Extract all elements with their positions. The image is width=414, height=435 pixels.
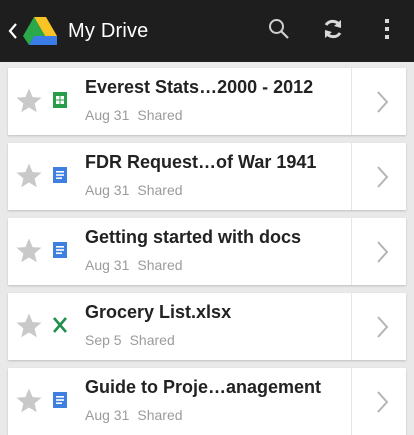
- search-icon: [267, 17, 291, 46]
- refresh-icon: [321, 17, 345, 46]
- back-arrow-icon[interactable]: [8, 23, 22, 39]
- chevron-right-icon[interactable]: [370, 163, 394, 191]
- star-icon[interactable]: [14, 386, 44, 416]
- file-date: Aug 31: [85, 107, 130, 123]
- divider: [351, 218, 352, 285]
- file-row[interactable]: FDR Request…of War 1941 Aug 31 Shared: [8, 143, 406, 210]
- file-meta: Aug 31 Shared: [85, 107, 183, 123]
- file-date: Aug 31: [85, 257, 130, 273]
- star-icon[interactable]: [14, 236, 44, 266]
- chevron-right-icon[interactable]: [370, 88, 394, 116]
- page-title: My Drive: [68, 19, 149, 42]
- spreadsheet-icon: [52, 91, 68, 109]
- divider: [351, 368, 352, 435]
- app-bar: My Drive: [0, 0, 414, 62]
- file-date: Sep 5: [85, 332, 122, 348]
- file-meta: Aug 31 Shared: [85, 182, 183, 198]
- file-name: FDR Request…of War 1941: [85, 152, 317, 172]
- document-icon: [52, 241, 68, 259]
- file-list: Everest Stats…2000 - 2012 Aug 31 Shared F…: [0, 68, 414, 435]
- divider: [351, 293, 352, 360]
- file-status: Shared: [137, 257, 183, 273]
- file-name: Guide to Proje…anagement: [85, 377, 322, 397]
- chevron-right-icon[interactable]: [370, 313, 394, 341]
- document-icon: [52, 166, 68, 184]
- file-name: Grocery List.xlsx: [85, 302, 232, 322]
- file-name: Getting started with docs: [85, 227, 302, 247]
- file-row[interactable]: Everest Stats…2000 - 2012 Aug 31 Shared: [8, 68, 406, 135]
- file-row[interactable]: Guide to Proje…anagement Aug 31 Shared: [8, 368, 406, 435]
- file-row[interactable]: Grocery List.xlsx Sep 5 Shared: [8, 293, 406, 360]
- star-icon[interactable]: [14, 161, 44, 191]
- file-name: Everest Stats…2000 - 2012: [85, 77, 314, 97]
- overflow-menu-button[interactable]: [360, 0, 414, 62]
- divider: [351, 143, 352, 210]
- divider: [351, 68, 352, 135]
- overflow-menu-icon: [384, 18, 390, 45]
- file-status: Shared: [129, 332, 175, 348]
- file-status: Shared: [137, 407, 183, 423]
- file-row[interactable]: Getting started with docs Aug 31 Shared: [8, 218, 406, 285]
- search-button[interactable]: [252, 0, 306, 62]
- chevron-right-icon[interactable]: [370, 388, 394, 416]
- file-meta: Aug 31 Shared: [85, 257, 183, 273]
- star-icon[interactable]: [14, 311, 44, 341]
- file-meta: Aug 31 Shared: [85, 407, 183, 423]
- file-status: Shared: [137, 182, 183, 198]
- file-meta: Sep 5 Shared: [85, 332, 175, 348]
- excel-icon: [52, 316, 68, 334]
- chevron-right-icon[interactable]: [370, 238, 394, 266]
- document-icon: [52, 391, 68, 409]
- drive-logo-icon[interactable]: [22, 16, 58, 46]
- file-status: Shared: [137, 107, 183, 123]
- refresh-button[interactable]: [306, 0, 360, 62]
- file-date: Aug 31: [85, 407, 130, 423]
- file-date: Aug 31: [85, 182, 130, 198]
- star-icon[interactable]: [14, 86, 44, 116]
